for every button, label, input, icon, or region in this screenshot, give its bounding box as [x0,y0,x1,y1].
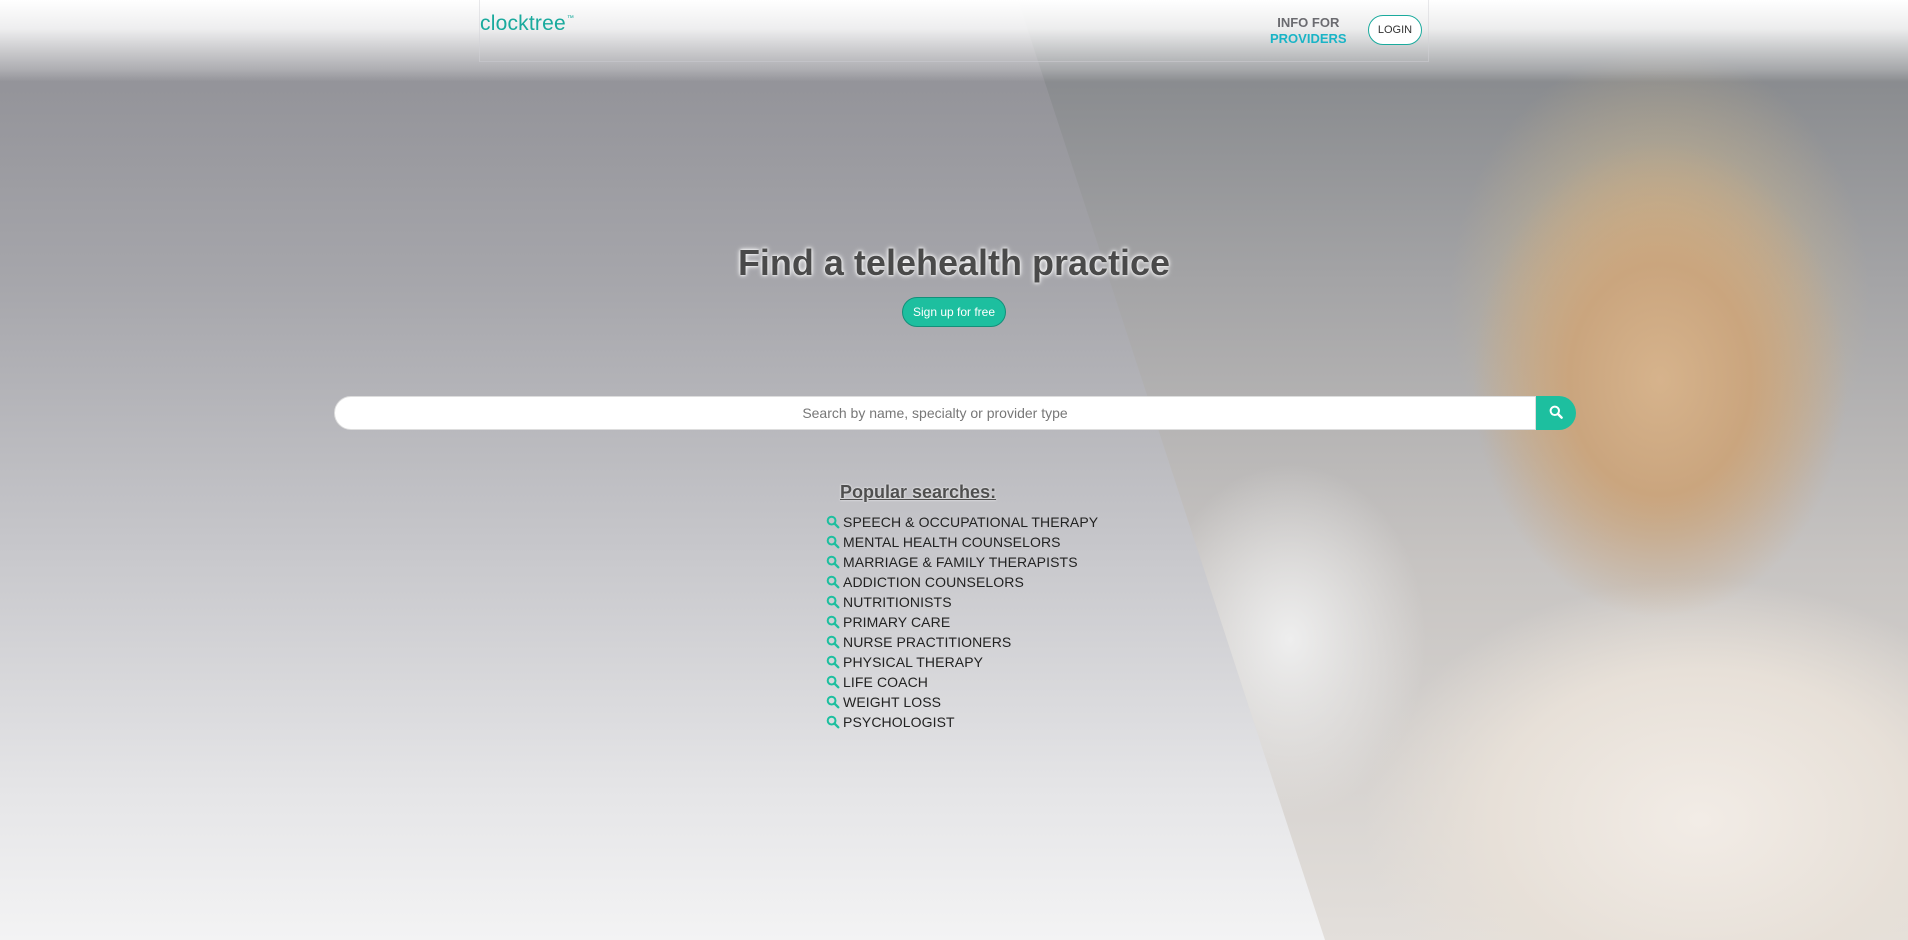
popular-search-label: PRIMARY CARE [843,614,951,630]
popular-search-item[interactable]: WEIGHT LOSS [825,692,1098,712]
search-bar [334,396,1576,430]
signup-button[interactable]: Sign up for free [902,297,1006,327]
search-icon [825,714,841,730]
search-input[interactable] [334,396,1536,430]
search-icon [825,694,841,710]
search-icon [825,594,841,610]
login-button[interactable]: LOGIN [1368,15,1422,45]
search-icon [825,634,841,650]
popular-search-item[interactable]: NURSE PRACTITIONERS [825,632,1098,652]
clocktree-logo[interactable]: clocktree™ [480,12,574,36]
site-header: clocktree™ INFO FOR PROVIDERS LOGIN [479,0,1429,62]
popular-search-label: NUTRITIONISTS [843,594,952,610]
popular-search-item[interactable]: PRIMARY CARE [825,612,1098,632]
popular-search-label: LIFE COACH [843,674,929,690]
search-icon [825,514,841,530]
popular-search-item[interactable]: LIFE COACH [825,672,1098,692]
popular-search-label: PSYCHOLOGIST [843,714,955,730]
popular-search-label: MENTAL HEALTH COUNSELORS [843,534,1061,550]
search-icon [825,574,841,590]
popular-searches-list: SPEECH & OCCUPATIONAL THERAPY MENTAL HEA… [825,512,1098,732]
search-icon [825,534,841,550]
search-icon [825,614,841,630]
popular-searches-heading: Popular searches: [840,482,997,502]
popular-search-label: ADDICTION COUNSELORS [843,574,1024,590]
info-for-providers-link[interactable]: INFO FOR PROVIDERS [1270,15,1347,47]
popular-search-item[interactable]: PSYCHOLOGIST [825,712,1098,732]
popular-search-item[interactable]: ADDICTION COUNSELORS [825,572,1098,592]
popular-search-item[interactable]: SPEECH & OCCUPATIONAL THERAPY [825,512,1098,532]
logo-text: clocktree [480,12,566,35]
search-icon [825,554,841,570]
popular-search-item[interactable]: PHYSICAL THERAPY [825,652,1098,672]
popular-search-item[interactable]: MENTAL HEALTH COUNSELORS [825,532,1098,552]
popular-search-item[interactable]: NUTRITIONISTS [825,592,1098,612]
search-icon [825,654,841,670]
search-icon [825,674,841,690]
popular-search-label: PHYSICAL THERAPY [843,654,984,670]
info-for-label: INFO FOR [1277,15,1340,30]
popular-search-label: WEIGHT LOSS [843,694,942,710]
providers-label: PROVIDERS [1270,31,1347,46]
popular-search-label: NURSE PRACTITIONERS [843,634,1012,650]
popular-search-label: SPEECH & OCCUPATIONAL THERAPY [843,514,1099,530]
popular-search-item[interactable]: MARRIAGE & FAMILY THERAPISTS [825,552,1098,572]
search-button[interactable] [1536,396,1576,430]
popular-search-label: MARRIAGE & FAMILY THERAPISTS [843,554,1078,570]
logo-trademark: ™ [566,15,575,22]
page-title: Find a telehealth practice [737,242,1171,283]
search-icon [1549,405,1563,422]
